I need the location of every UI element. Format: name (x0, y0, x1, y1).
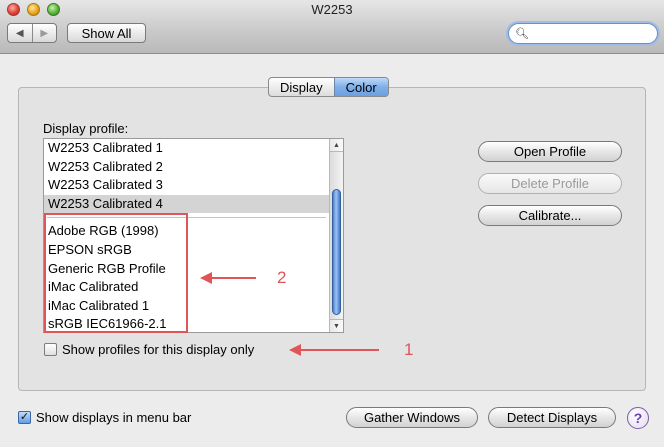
profile-list-scrollbar[interactable]: ▲ ▼ (329, 139, 343, 332)
tab-control: Display Color (268, 77, 389, 97)
show-all-button[interactable]: Show All (67, 23, 146, 43)
annotation-box (44, 213, 188, 333)
search-input[interactable] (531, 26, 664, 41)
back-button[interactable]: ◀ (8, 24, 32, 42)
show-displays-checkbox[interactable]: ✓ (18, 411, 31, 424)
list-item[interactable]: W2253 Calibrated 3 (44, 176, 329, 195)
search-field[interactable]: 🔍︎ (508, 23, 664, 44)
tab-display[interactable]: Display (269, 78, 334, 96)
help-button[interactable]: ? (627, 407, 649, 429)
show-profiles-checkbox-label: Show profiles for this display only (62, 342, 255, 357)
list-item-selected[interactable]: W2253 Calibrated 4 (44, 194, 329, 214)
gather-windows-button[interactable]: Gather Windows (346, 407, 478, 428)
annotation-arrow-1 (289, 344, 379, 356)
forward-button[interactable]: ▶ (31, 24, 57, 42)
delete-profile-button[interactable]: Delete Profile (478, 173, 622, 194)
display-profile-label: Display profile: (43, 121, 129, 136)
annotation-arrow-2 (200, 272, 256, 284)
calibrate-button[interactable]: Calibrate... (478, 205, 622, 226)
tab-color[interactable]: Color (333, 78, 388, 96)
show-profiles-checkbox[interactable] (44, 343, 57, 356)
list-item[interactable]: W2253 Calibrated 1 (44, 139, 329, 158)
search-icon: 🔍︎ (515, 28, 529, 40)
show-profiles-checkbox-row[interactable]: Show profiles for this display only (44, 342, 254, 357)
question-mark-icon: ? (633, 410, 643, 426)
annotation-number-1: 1 (404, 340, 414, 359)
list-item[interactable]: W2253 Calibrated 2 (44, 158, 329, 177)
arrow-left-icon: ◀ (15, 27, 24, 39)
window-title: W2253 (311, 2, 353, 17)
back-forward-control: ◀ ▶ (7, 23, 57, 43)
arrow-right-icon: ▶ (40, 27, 49, 39)
scroll-up-arrow-icon[interactable]: ▲ (330, 139, 343, 152)
annotation-number-2: 2 (277, 268, 287, 287)
detect-displays-button[interactable]: Detect Displays (488, 407, 616, 428)
scroll-down-arrow-icon[interactable]: ▼ (330, 319, 343, 332)
show-displays-checkbox-row[interactable]: ✓ Show displays in menu bar (18, 410, 191, 425)
scroll-thumb[interactable] (332, 189, 341, 315)
show-displays-checkbox-label: Show displays in menu bar (36, 410, 192, 425)
open-profile-button[interactable]: Open Profile (478, 141, 622, 162)
